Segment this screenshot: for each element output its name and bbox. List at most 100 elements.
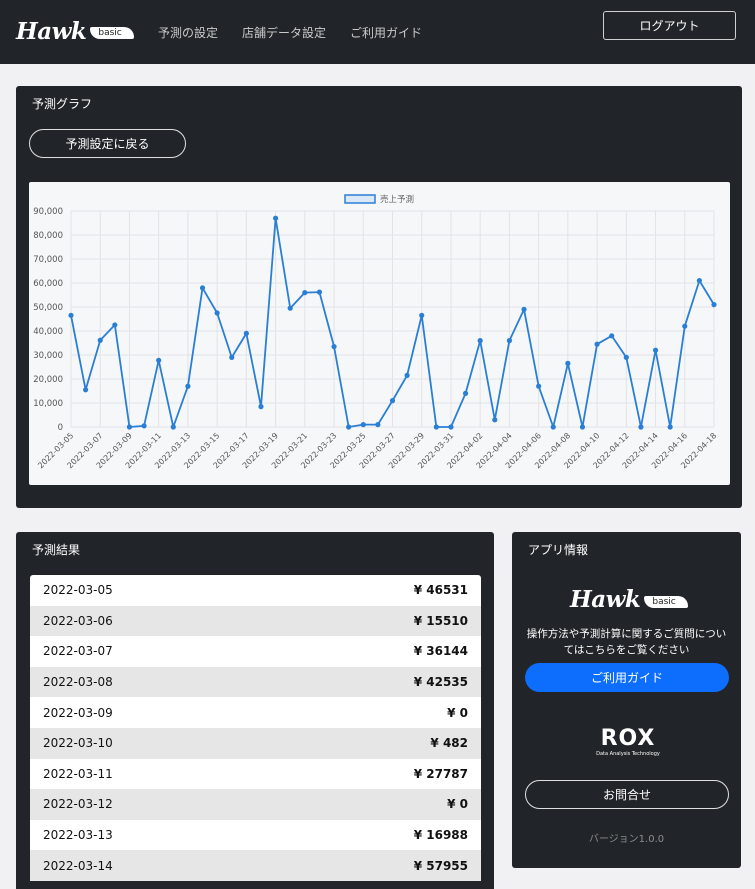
back-to-settings-button[interactable]: 予測設定に戻る (29, 129, 186, 158)
row-date: 2022-03-06 (43, 613, 113, 628)
table-row: 2022-03-13 ¥ 16988 (30, 820, 481, 851)
table-row: 2022-03-07 ¥ 36144 (30, 636, 481, 667)
data-point (199, 285, 206, 291)
info-logo-badge: basic (644, 595, 688, 608)
data-point (287, 305, 293, 311)
nav-links: 予測の設定 店舗データ設定 ご利用ガイド (158, 24, 422, 41)
user-guide-button[interactable]: ご利用ガイド (525, 663, 729, 692)
table-row: 2022-03-11 ¥ 27787 (30, 759, 481, 790)
row-date: 2022-03-05 (43, 583, 113, 598)
contact-button[interactable]: お問合せ (525, 780, 729, 809)
rox-logo-tagline: Data Analysis Technology (596, 751, 660, 757)
row-amount: ¥ 46531 (413, 583, 468, 598)
version-label: バージョン1.0.0 (588, 834, 665, 845)
app-info-title: アプリ情報 (528, 543, 589, 557)
data-point (652, 347, 659, 353)
data-point (375, 422, 381, 428)
data-point (112, 322, 118, 328)
data-point (170, 424, 176, 430)
brand-logo[interactable]: Hawk basic (16, 16, 134, 46)
logout-button[interactable]: ログアウト (603, 11, 736, 40)
y-tick-label: 30,000 (33, 351, 63, 361)
data-point (711, 302, 717, 308)
brand-badge: basic (90, 27, 134, 39)
data-point (462, 390, 469, 396)
y-tick-label: 10,000 (33, 399, 63, 409)
row-amount: ¥ 15510 (413, 613, 468, 628)
data-point (404, 372, 410, 378)
data-point (243, 330, 249, 336)
data-point (492, 417, 498, 423)
data-point (521, 306, 527, 312)
y-tick-label: 80,000 (33, 231, 63, 241)
row-date: 2022-03-07 (43, 644, 113, 659)
data-point (667, 424, 673, 430)
data-point (433, 424, 439, 430)
data-point (331, 344, 337, 350)
data-point (536, 383, 542, 389)
forecast-graph-panel: 予測グラフ 予測設定に戻る 0 10,000 20,000 30,000 40,000 5… (16, 86, 742, 508)
forecast-graph-title: 予測グラフ (32, 97, 93, 111)
data-point (126, 424, 133, 430)
row-amount: ¥ 0 (447, 705, 468, 720)
nav-link-user-guide[interactable]: ご利用ガイド (350, 24, 422, 41)
row-amount: ¥ 27787 (413, 766, 468, 781)
data-point (141, 423, 147, 429)
data-point (579, 424, 586, 430)
forecast-results-panel: 予測結果 2022-03-05 ¥ 46531 2022-03-06 ¥ 15510 2… (16, 532, 494, 889)
row-date: 2022-03-14 (43, 858, 113, 873)
data-point (550, 424, 556, 430)
data-point (682, 323, 688, 329)
data-point (506, 338, 513, 344)
data-point (360, 422, 366, 428)
row-date: 2022-03-13 (43, 828, 113, 843)
results-table: 2022-03-05 ¥ 46531 2022-03-06 ¥ 15510 2022-0… (30, 575, 481, 881)
data-point (302, 290, 308, 296)
info-description: 操作方法や予測計算に関するご質問についてはこちらをご覧ください (526, 628, 727, 656)
row-amount: ¥ 0 (447, 797, 468, 812)
table-row: 2022-03-10 ¥ 482 (30, 727, 481, 759)
forecast-results-title: 予測結果 (32, 543, 81, 557)
data-point (258, 404, 264, 410)
data-point (185, 383, 191, 389)
data-point (346, 424, 352, 430)
app-info-panel: アプリ情報 Hawk basic 操作方法や予測計算に関するご質問についてはこち… (512, 532, 741, 868)
y-tick-label: 70,000 (33, 255, 63, 265)
table-row: 2022-03-12 ¥ 0 (30, 789, 481, 820)
data-point (419, 312, 425, 318)
nav-link-forecast-settings[interactable]: 予測の設定 (158, 24, 218, 41)
data-point (214, 310, 220, 316)
data-point (68, 312, 74, 318)
data-point (448, 424, 454, 430)
y-tick-label: 50,000 (33, 303, 63, 313)
table-row: 2022-03-08 ¥ 42535 (30, 666, 481, 698)
data-point (477, 338, 483, 344)
row-date: 2022-03-08 (43, 675, 113, 690)
data-point (696, 278, 702, 284)
row-amount: ¥ 57955 (413, 858, 468, 873)
data-point (83, 387, 89, 393)
nav-link-store-data-settings[interactable]: 店舗データ設定 (242, 24, 326, 41)
row-date: 2022-03-09 (43, 705, 113, 720)
data-point (389, 398, 396, 404)
brand-name: Hawk (16, 17, 87, 45)
rox-company-logo: ROX Data Analysis Technology (588, 726, 668, 758)
y-tick-label: 20,000 (33, 375, 63, 385)
rox-logo-word: ROX (600, 726, 656, 751)
row-date: 2022-03-12 (43, 797, 113, 812)
hawk-logo: Hawk basic (570, 586, 688, 613)
y-tick-label: 60,000 (33, 279, 63, 289)
row-date: 2022-03-11 (43, 766, 113, 781)
legend-swatch (344, 194, 376, 204)
y-tick-label: 0 (58, 423, 63, 433)
data-point (156, 357, 162, 363)
data-point (272, 215, 279, 221)
navbar: Hawk basic 予測の設定 店舗データ設定 ご利用ガイド ログアウト (0, 0, 755, 64)
legend-label: 売上予測 (380, 194, 414, 205)
row-amount: ¥ 16988 (413, 828, 468, 843)
data-point (594, 341, 600, 347)
table-row: 2022-03-05 ¥ 46531 (30, 575, 481, 606)
row-amount: ¥ 42535 (413, 675, 468, 690)
data-point (565, 360, 571, 366)
data-point (97, 337, 103, 343)
